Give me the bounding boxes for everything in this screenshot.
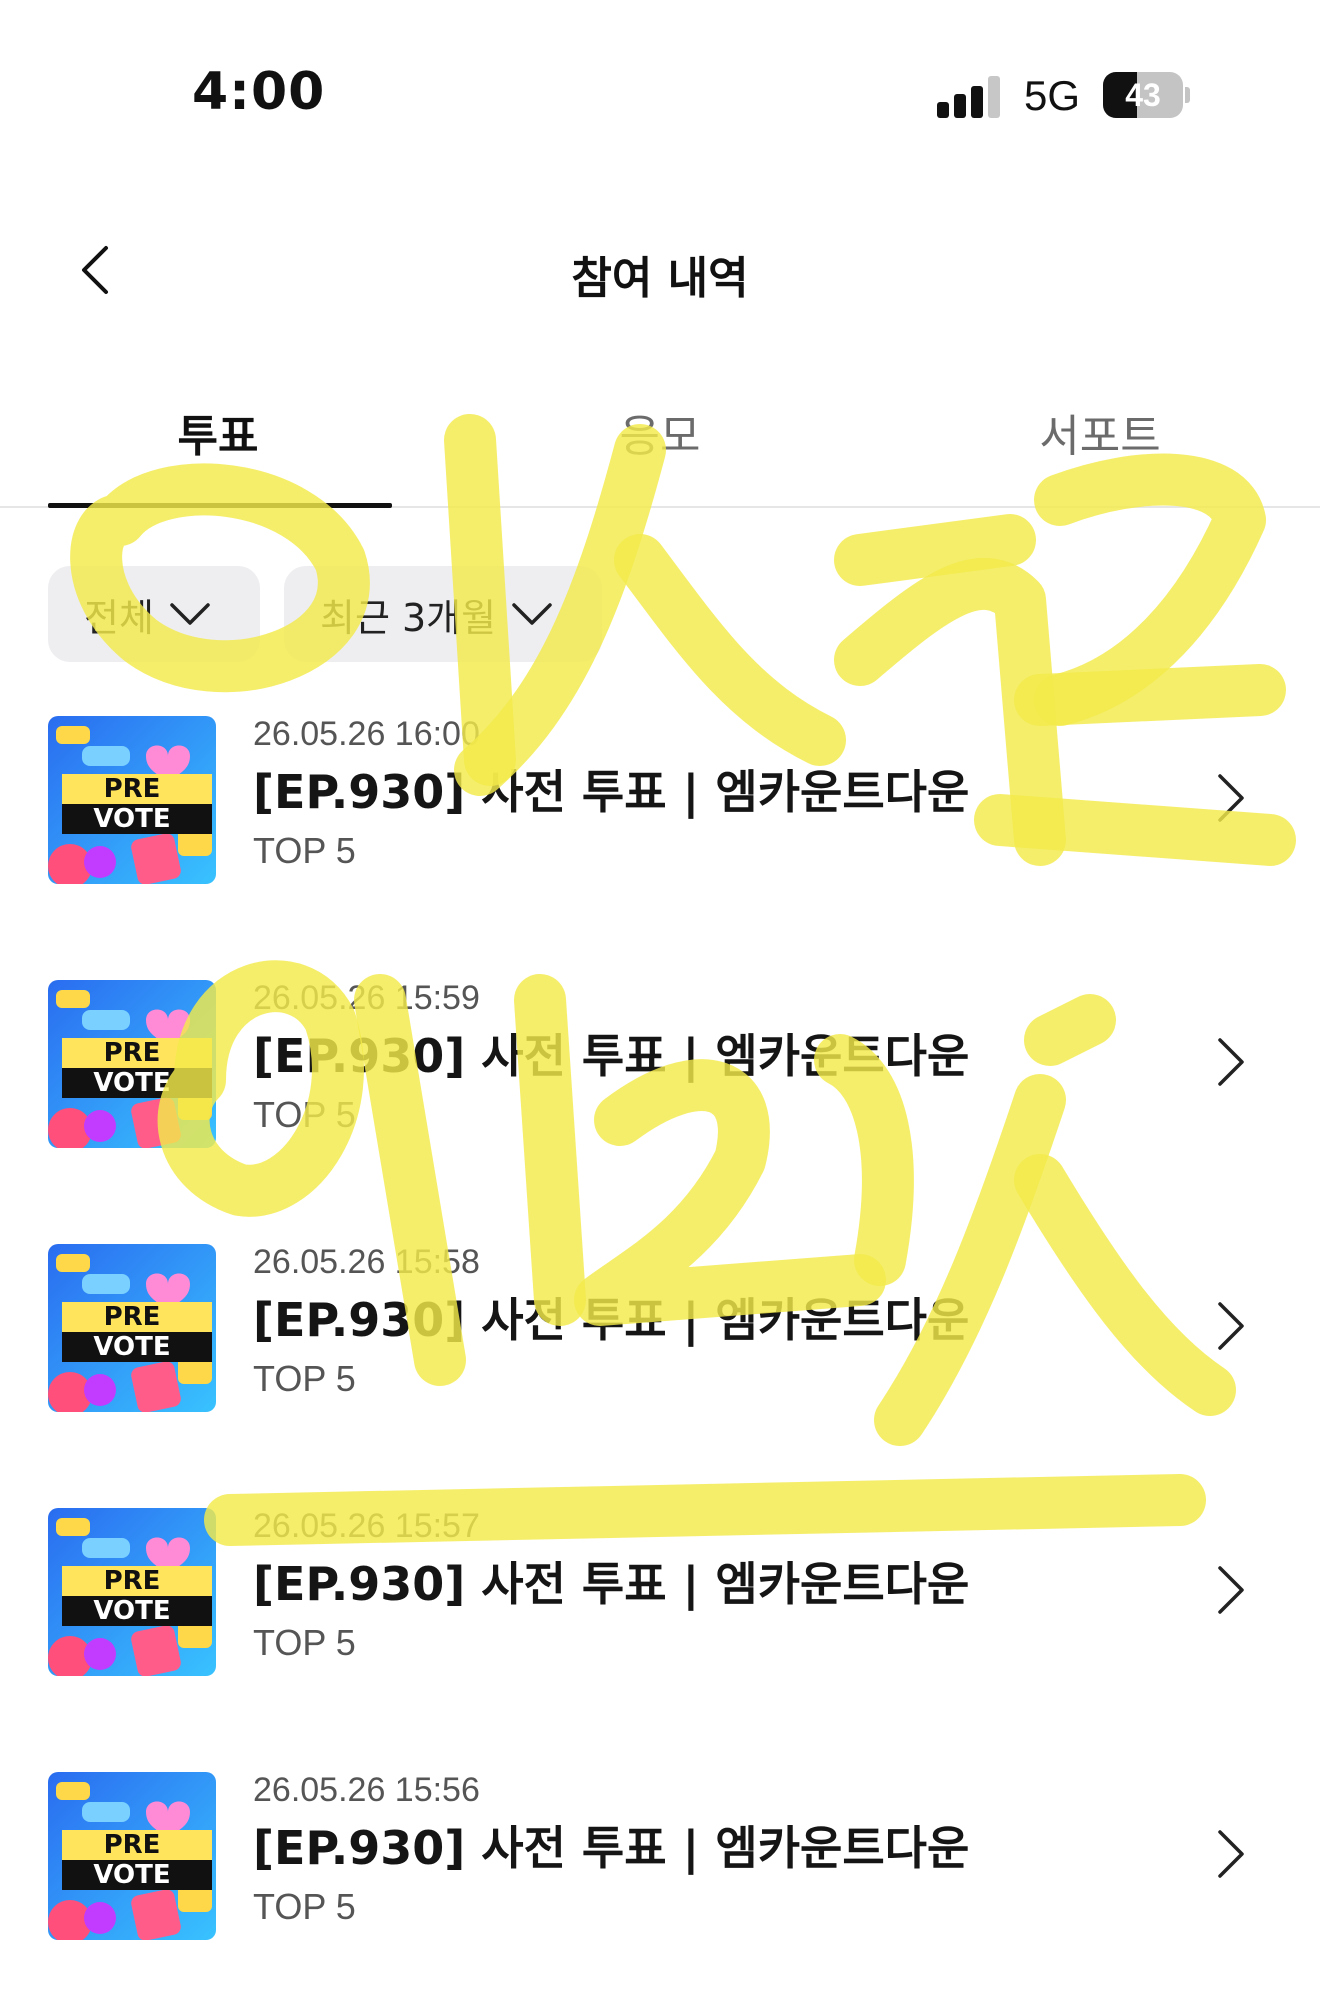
pre-vote-thumbnail: PRE VOTE [48,1772,216,1940]
thumb-text-vote: VOTE [93,804,171,834]
list-item[interactable]: PRE VOTE 26.05.26 15:58 [EP.930] 사전 투표 | 엠카… [0,1240,1320,1440]
list-item[interactable]: PRE VOTE 26.05.26 15:57 [EP.930] 사전 투표 | 엠카… [0,1504,1320,1704]
item-date: 26.05.26 15:57 [253,1507,480,1545]
thumb-text-pre: PRE [103,774,161,804]
thumb-text-vote: VOTE [93,1860,171,1890]
tab-bar: 투표 응모 서포트 [0,390,1320,508]
active-tab-indicator [48,503,392,508]
list-item[interactable]: PRE VOTE 26.05.26 16:00 [EP.930] 사전 투표 | 엠카… [0,712,1320,912]
list-item[interactable]: PRE VOTE 26.05.26 15:56 [EP.930] 사전 투표 | 엠카… [0,1768,1320,1968]
chevron-right-icon [1218,1830,1244,1878]
thumb-text-pre: PRE [103,1566,161,1596]
thumb-text-pre: PRE [103,1830,161,1860]
pre-vote-thumbnail: PRE VOTE [48,716,216,884]
battery-percent: 43 [1125,77,1161,113]
tab-vote[interactable]: 투표 [8,400,428,464]
period-filter-dropdown[interactable]: 최근 3개월 [284,566,602,662]
page-title: 참여 내역 [571,253,749,304]
type-filter-label: 전체 [84,595,154,640]
item-rank: TOP 5 [253,1886,356,1927]
item-title: [EP.930] 사전 투표 | 엠카운트다운 [253,1557,970,1611]
chevron-right-icon [1218,1038,1244,1086]
pre-vote-thumbnail: PRE VOTE [48,1244,216,1412]
tab-entry[interactable]: 응모 [450,400,870,464]
item-meta: 26.05.26 15:59 [EP.930] 사전 투표 | 엠카운트다운 TOP… [253,976,1213,1140]
item-rank: TOP 5 [253,1094,356,1135]
item-date: 26.05.26 15:58 [253,1243,480,1281]
battery-icon: 43 [1103,72,1190,118]
chevron-right-icon [1218,1302,1244,1350]
tab-support[interactable]: 서포트 [890,400,1310,464]
item-title: [EP.930] 사전 투표 | 엠카운트다운 [253,1029,970,1083]
list-item[interactable]: PRE VOTE 26.05.26 15:59 [EP.930] 사전 투표 | 엠카… [0,976,1320,1176]
thumb-text-vote: VOTE [93,1332,171,1362]
pre-vote-thumbnail: PRE VOTE [48,980,216,1148]
signal-icon [937,76,1003,118]
period-filter-label: 최근 3개월 [320,595,497,640]
chevron-down-icon [512,603,552,625]
item-title: [EP.930] 사전 투표 | 엠카운트다운 [253,765,970,819]
item-date: 26.05.26 16:00 [253,715,480,753]
pre-vote-thumbnail: PRE VOTE [48,1508,216,1676]
item-rank: TOP 5 [253,1622,356,1663]
chevron-right-icon [1218,774,1244,822]
thumb-text-pre: PRE [103,1038,161,1068]
type-filter-dropdown[interactable]: 전체 [48,566,260,662]
thumb-text-vote: VOTE [93,1068,171,1098]
chevron-down-icon [170,603,210,625]
nav-bar: 참여 내역 [0,220,1320,320]
status-bar: 4:00 5G 43 [0,0,1320,170]
network-type: 5G [1024,72,1081,119]
thumb-text-pre: PRE [103,1302,161,1332]
item-title: [EP.930] 사전 투표 | 엠카운트다운 [253,1293,970,1347]
item-rank: TOP 5 [253,1358,356,1399]
item-title: [EP.930] 사전 투표 | 엠카운트다운 [253,1821,970,1875]
item-date: 26.05.26 15:59 [253,979,480,1017]
item-date: 26.05.26 15:56 [253,1771,480,1809]
chevron-right-icon [1218,1566,1244,1614]
item-meta: 26.05.26 15:56 [EP.930] 사전 투표 | 엠카운트다운 TOP… [253,1768,1213,1932]
app-screen: 4:00 5G 43 참여 내역 투표 응모 서포트 전체 최근 3개월 PRE… [0,0,1320,2016]
item-meta: 26.05.26 16:00 [EP.930] 사전 투표 | 엠카운트다운 TOP… [253,712,1213,876]
item-rank: TOP 5 [253,830,356,871]
thumb-text-vote: VOTE [93,1596,171,1626]
item-meta: 26.05.26 15:57 [EP.930] 사전 투표 | 엠카운트다운 TOP… [253,1504,1213,1668]
status-time: 4:00 [192,62,326,122]
item-meta: 26.05.26 15:58 [EP.930] 사전 투표 | 엠카운트다운 TOP… [253,1240,1213,1404]
